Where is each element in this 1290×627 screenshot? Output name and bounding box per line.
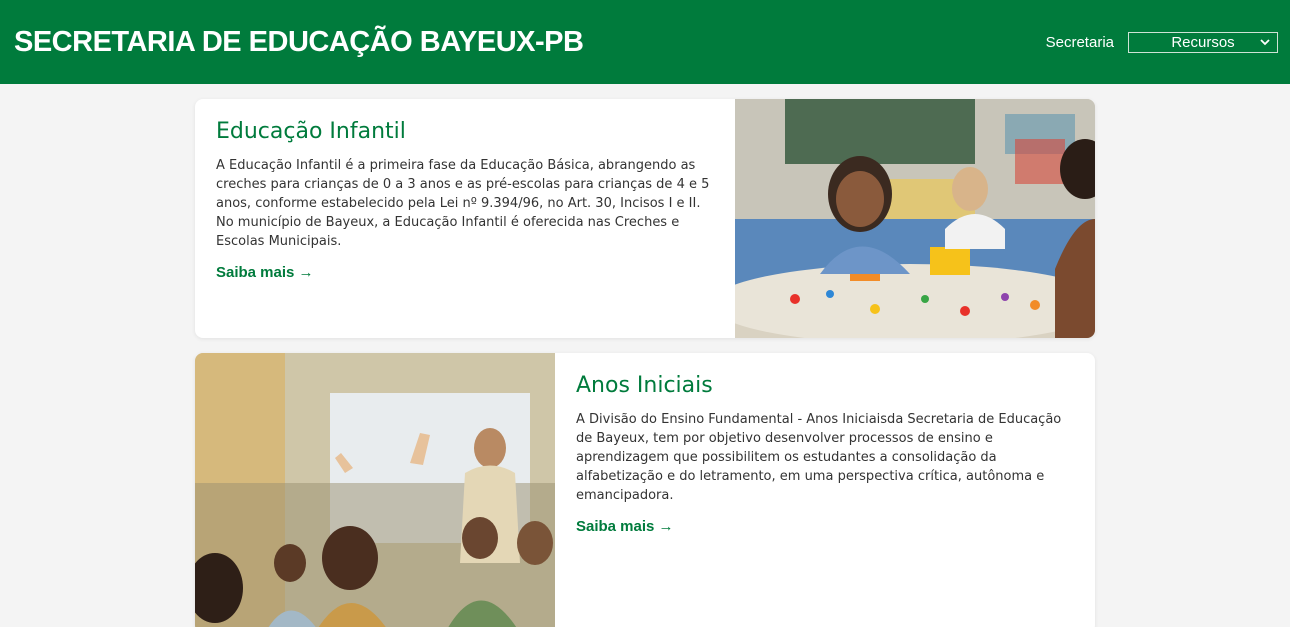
top-nav: Secretaria Recursos [1046,31,1278,53]
site-title[interactable]: SECRETARIA DE EDUCAÇÃO BAYEUX-PB [14,26,584,59]
nav-link-secretaria[interactable]: Secretaria [1046,34,1114,51]
card-description: A Educação Infantil é a primeira fase da… [216,158,710,249]
chevron-down-icon [1260,38,1270,45]
main-content: Educação Infantil A Educação Infantil é … [0,84,1290,627]
card-text: Anos Iniciais A Divisão do Ensino Fundam… [555,353,1095,627]
classroom-photo-children-playing [735,99,1095,338]
card-educacao-infantil: Educação Infantil A Educação Infantil é … [195,99,1095,338]
card-title: Anos Iniciais [576,373,713,398]
card-title: Educação Infantil [216,119,406,144]
saiba-mais-link[interactable]: Saiba mais → [216,264,314,281]
card-anos-iniciais: Anos Iniciais A Divisão do Ensino Fundam… [195,353,1095,627]
recursos-select-value: Recursos [1171,33,1235,51]
saiba-mais-link[interactable]: Saiba mais → [576,518,674,535]
card-description: A Divisão do Ensino Fundamental - Anos I… [576,412,1062,503]
site-header: SECRETARIA DE EDUCAÇÃO BAYEUX-PB Secreta… [0,0,1290,84]
card-text: Educação Infantil A Educação Infantil é … [195,99,735,338]
classroom-photo-students-raising-hands [195,353,555,627]
recursos-select[interactable]: Recursos [1128,31,1278,53]
